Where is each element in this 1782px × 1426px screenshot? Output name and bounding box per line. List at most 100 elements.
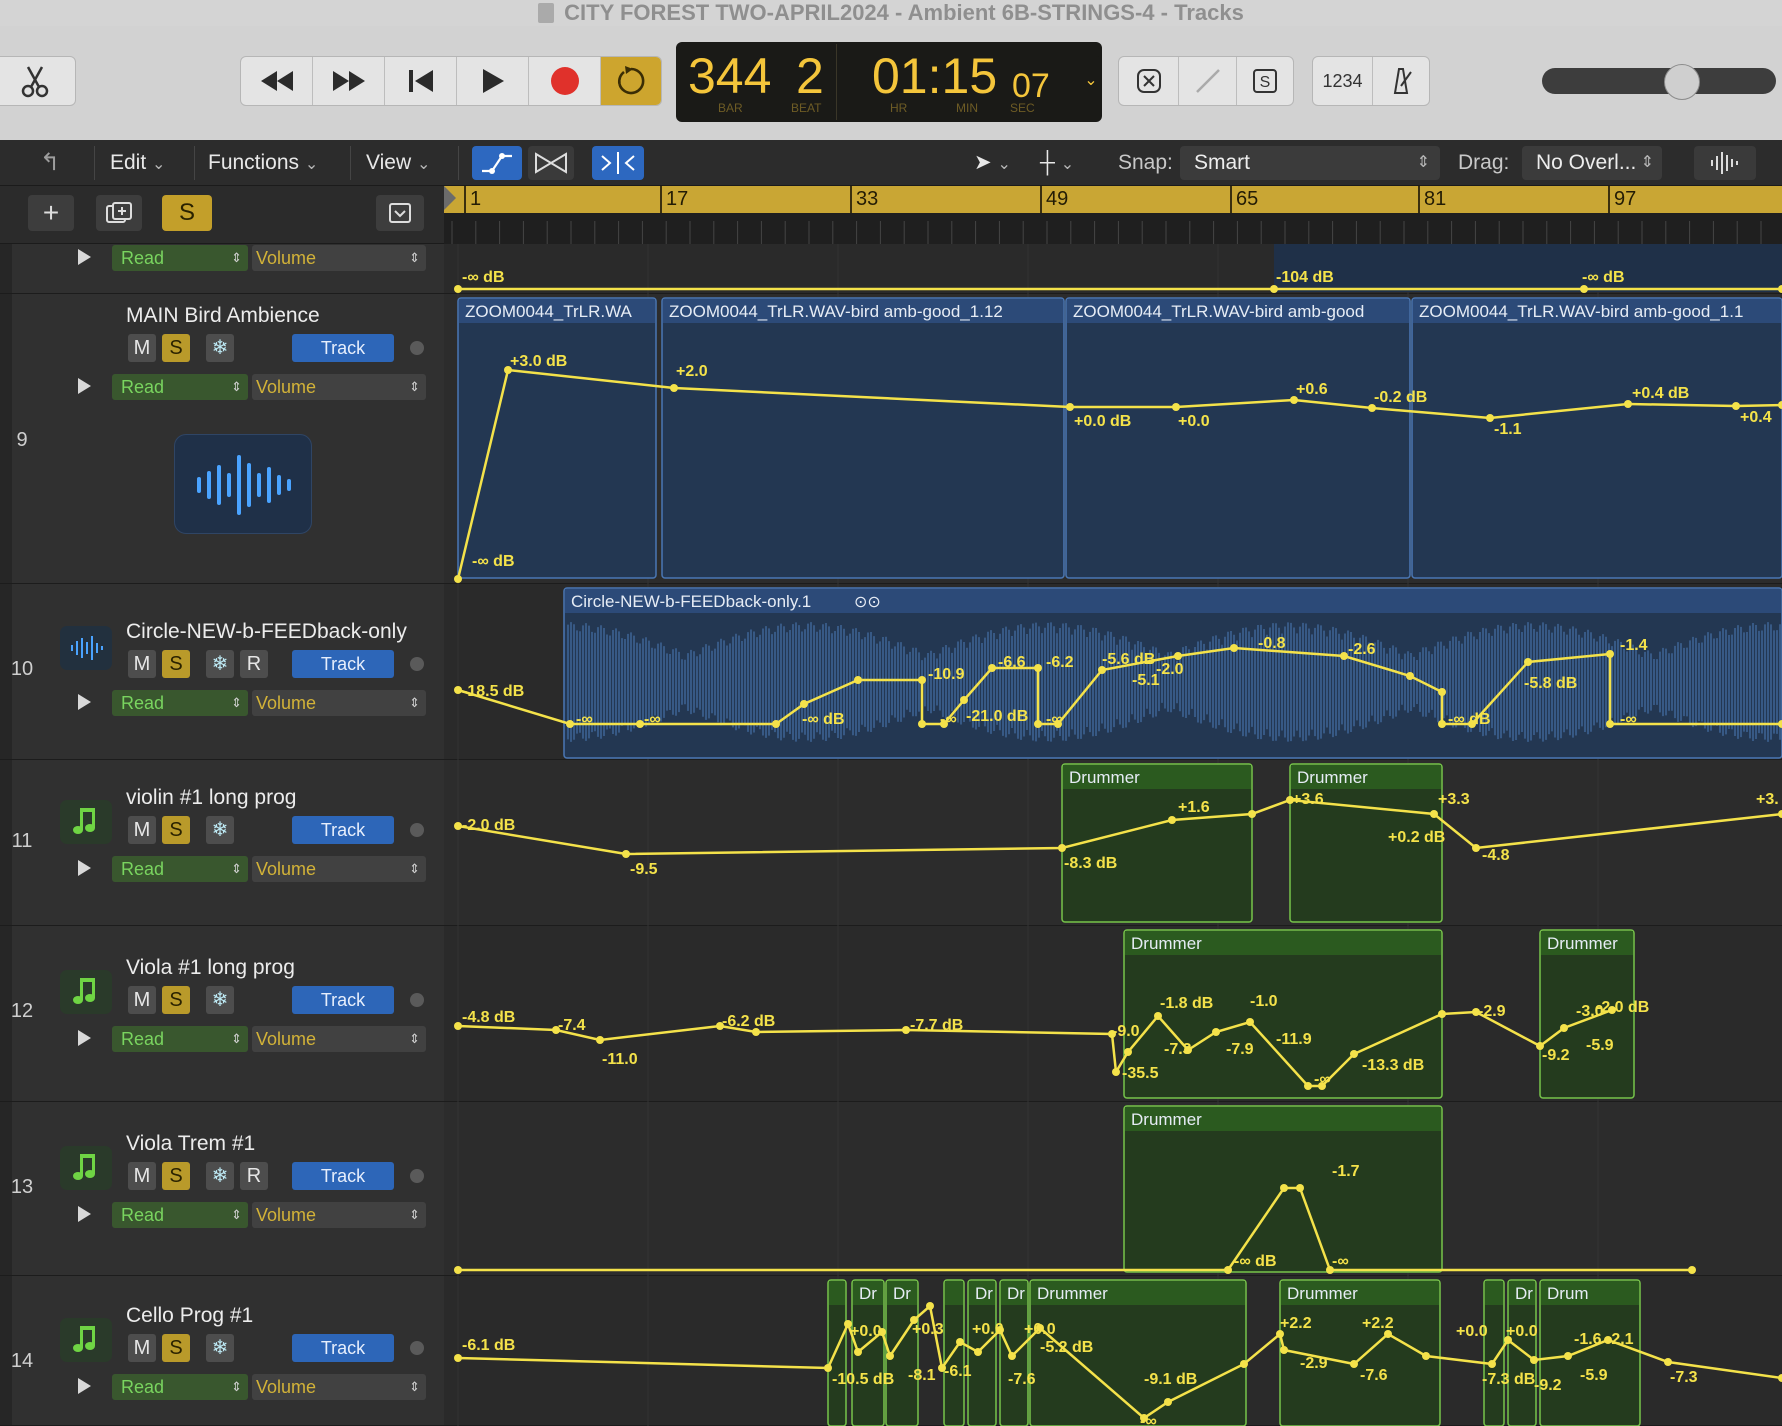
master-volume-knob[interactable] — [1664, 64, 1700, 100]
record-enable-icon[interactable] — [410, 341, 424, 355]
automation-mode-select[interactable]: Read ⇕ — [112, 690, 248, 716]
track14-automation-node[interactable] — [454, 1354, 462, 1362]
solo-button[interactable]: S — [162, 816, 190, 844]
audio-region[interactable] — [661, 297, 1065, 579]
automation-parameter-select[interactable]: Volume ⇕ — [252, 245, 426, 271]
solo-button[interactable]: S — [162, 334, 190, 362]
track9-automation-node[interactable] — [670, 384, 678, 392]
track12-automation-node[interactable] — [1246, 1018, 1254, 1026]
automation-mode-select[interactable]: Read ⇕ — [112, 856, 248, 882]
audio-region[interactable] — [1411, 297, 1782, 579]
replace-icon[interactable] — [1119, 57, 1179, 105]
track13-automation-node[interactable] — [454, 1266, 462, 1274]
solo-button[interactable]: S — [162, 986, 190, 1014]
track-header-9[interactable]: 9 MAIN Bird Ambience M S ❄ Track Read ⇕ V… — [0, 294, 444, 584]
automation-mode-select[interactable]: Read ⇕ — [112, 1202, 248, 1228]
timeline-ruler[interactable]: 1 17 33 49 65 81 97 — [444, 186, 1782, 244]
track10-automation-node[interactable] — [772, 720, 780, 728]
track12-automation-node[interactable] — [1124, 1048, 1132, 1056]
track10-automation-node[interactable] — [960, 696, 968, 704]
track-header-13[interactable]: 13 Viola Trem #1 M S ❄ R Track Read ⇕ Vol… — [0, 1102, 444, 1276]
record-enable-icon[interactable] — [410, 823, 424, 837]
track-name[interactable]: MAIN Bird Ambience — [126, 304, 320, 328]
edit-menu[interactable]: Edit ⌄ — [110, 148, 165, 178]
track14-automation-node[interactable] — [824, 1364, 832, 1372]
lcd-dropdown-chevron-icon[interactable]: ⌄ — [1080, 56, 1102, 106]
track10-automation-node[interactable] — [1406, 672, 1414, 680]
track-name[interactable]: Viola #1 long prog — [126, 956, 295, 980]
track-name[interactable]: Viola Trem #1 — [126, 1132, 255, 1156]
collapse-icon[interactable] — [376, 195, 424, 231]
track9-automation-node[interactable] — [1624, 400, 1632, 408]
track11-automation-node[interactable] — [1430, 810, 1438, 818]
mute-button[interactable]: M — [128, 1334, 156, 1362]
back-arrow-icon[interactable]: ↰ — [40, 148, 60, 178]
solo-button[interactable]: S — [162, 1162, 190, 1190]
master-volume-slider[interactable] — [1542, 68, 1776, 94]
track-header-partial[interactable]: Read ⇕ Volume ⇕ — [0, 244, 444, 294]
secondary-tool[interactable]: ┼ ⌄ — [1040, 148, 1074, 178]
freeze-icon[interactable]: ❄ — [206, 1162, 234, 1190]
track9-automation-node[interactable] — [454, 575, 462, 583]
record-enable-icon[interactable] — [410, 1169, 424, 1183]
record-enable-button[interactable]: R — [240, 1162, 268, 1190]
mute-button[interactable]: M — [128, 986, 156, 1014]
functions-menu[interactable]: Functions ⌄ — [208, 148, 318, 178]
mute-button[interactable]: M — [128, 650, 156, 678]
disclosure-triangle-icon[interactable] — [78, 249, 91, 265]
track10-automation-node[interactable] — [1034, 664, 1042, 672]
disclosure-triangle-icon[interactable] — [78, 1030, 91, 1046]
metronome-icon[interactable] — [1373, 57, 1429, 105]
track-button[interactable]: Track — [292, 1162, 394, 1190]
track14-automation-node[interactable] — [1422, 1352, 1430, 1360]
automation-parameter-select[interactable]: Volume ⇕ — [252, 690, 426, 716]
duplicate-track-icon[interactable] — [96, 195, 142, 231]
track14-automation-node[interactable] — [974, 1348, 982, 1356]
track10-automation-node[interactable] — [1606, 720, 1614, 728]
track-header-11[interactable]: 11 violin #1 long prog M S ❄ Track Read ⇕… — [0, 760, 444, 926]
scissors-icon[interactable] — [0, 57, 75, 105]
solo-mode-icon[interactable]: S — [1237, 57, 1293, 105]
automation-parameter-select[interactable]: Volume ⇕ — [252, 1202, 426, 1228]
track11-automation-node[interactable] — [1472, 844, 1480, 852]
track10-automation-node[interactable] — [1230, 644, 1238, 652]
flex-icon[interactable] — [528, 146, 574, 180]
automation-parameter-select[interactable]: Volume ⇕ — [252, 1374, 426, 1400]
track-name[interactable]: violin #1 long prog — [126, 786, 296, 810]
tracks-workspace[interactable]: -∞ dB -104 dB -∞ dB ZOOM0044_TrLR.WA ZOOM004… — [444, 244, 1782, 1426]
automation-parameter-select[interactable]: Volume ⇕ — [252, 1026, 426, 1052]
automation-mode-select[interactable]: Read ⇕ — [112, 1374, 248, 1400]
track11-automation-node[interactable] — [1248, 810, 1256, 818]
track10-automation-node[interactable] — [566, 720, 574, 728]
track14-automation-node[interactable] — [1008, 1352, 1016, 1360]
track10-automation-node[interactable] — [1524, 658, 1532, 666]
mute-button[interactable]: M — [128, 1162, 156, 1190]
mute-button[interactable]: M — [128, 334, 156, 362]
track12-automation-node[interactable] — [1560, 1024, 1568, 1032]
track10-automation-node[interactable] — [1438, 688, 1446, 696]
track12-automation-node[interactable] — [1438, 1010, 1446, 1018]
solo-button[interactable]: S — [162, 650, 190, 678]
cycle-icon[interactable] — [601, 57, 661, 105]
track-name[interactable]: Circle-NEW-b-FEEDback-only — [126, 620, 407, 644]
track11-automation-node[interactable] — [1058, 844, 1066, 852]
track-button[interactable]: Track — [292, 650, 394, 678]
track9-automation-node[interactable] — [1486, 414, 1494, 422]
mute-button[interactable]: M — [128, 816, 156, 844]
track14-automation-node[interactable] — [886, 1352, 894, 1360]
track-button[interactable]: Track — [292, 986, 394, 1014]
track12-automation-node[interactable] — [1304, 1082, 1312, 1090]
track14-automation-node[interactable] — [1280, 1346, 1288, 1354]
track11-automation-node[interactable] — [622, 850, 630, 858]
automation-mode-select[interactable]: Read ⇕ — [112, 245, 248, 271]
track10-automation-node[interactable] — [1340, 652, 1348, 660]
track-header-12[interactable]: 12 Viola #1 long prog M S ❄ Track Read ⇕ … — [0, 926, 444, 1102]
automation-parameter-select[interactable]: Volume ⇕ — [252, 856, 426, 882]
track14-automation-node[interactable] — [1488, 1360, 1496, 1368]
track10-automation-node[interactable] — [1034, 720, 1042, 728]
track10-automation-node[interactable] — [918, 720, 926, 728]
track12-automation-node[interactable] — [902, 1026, 910, 1034]
track11-automation-node[interactable] — [1168, 816, 1176, 824]
track14-automation-node[interactable] — [956, 1338, 964, 1346]
track10-automation-node[interactable] — [854, 676, 862, 684]
